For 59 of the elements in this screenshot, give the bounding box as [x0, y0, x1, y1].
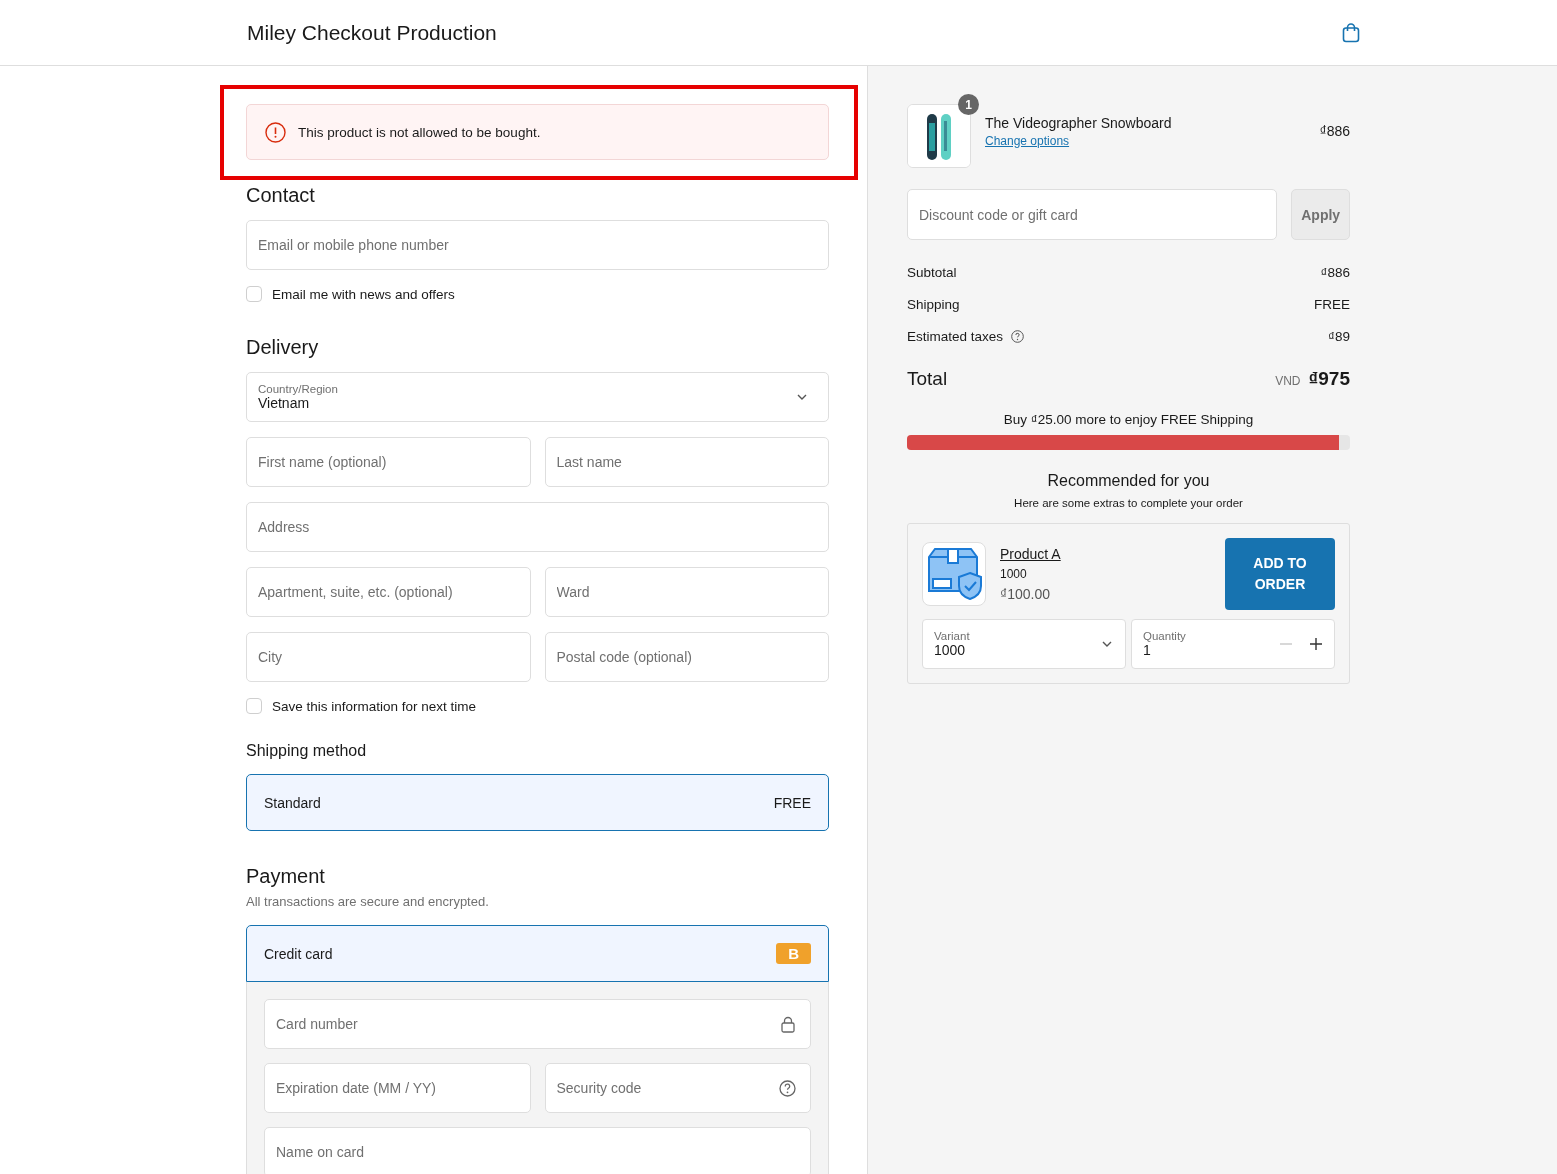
checkbox-label: Email me with news and offers	[272, 286, 455, 302]
currency-code: VND	[1275, 374, 1301, 388]
section-title: Payment	[246, 865, 326, 888]
total-label: Total	[907, 368, 948, 390]
variant-select[interactable]: Variant 1000	[922, 619, 1126, 669]
input-field[interactable]: City	[246, 632, 531, 682]
error-message: This product is not allowed to be bought.	[298, 124, 541, 140]
shopping-bag-icon[interactable]	[1342, 22, 1360, 43]
help-icon[interactable]	[1011, 329, 1025, 343]
product-variant: 1000	[1000, 567, 1028, 581]
product-name[interactable]: Product A	[1000, 546, 1061, 562]
input-field[interactable]: Name on card	[264, 1127, 811, 1174]
quantity-field[interactable]: Quantity 1	[1131, 619, 1335, 669]
summary-label: Subtotal	[907, 264, 957, 280]
chevron-down-icon	[1101, 640, 1113, 648]
country-select[interactable]: Country/Region Vietnam	[246, 372, 829, 422]
input-field[interactable]: Last name	[544, 437, 829, 487]
input-field[interactable]: Address	[246, 502, 829, 552]
summary-value: ₫886	[1320, 264, 1350, 280]
quantity-badge: 1	[958, 94, 979, 115]
lock-icon	[780, 1016, 796, 1033]
discount-field[interactable]: Discount code or gift card	[907, 189, 1278, 240]
payment-option[interactable]: Credit card B	[246, 925, 829, 982]
product-price: ₫100.00	[1000, 586, 1051, 602]
recommended-title: Recommended for you	[1046, 472, 1211, 490]
help-icon[interactable]	[779, 1080, 796, 1097]
summary-value: ₫89	[1328, 328, 1350, 344]
section-title: Delivery	[246, 336, 320, 359]
store-title: Miley Checkout Production	[247, 20, 497, 45]
product-name: The Videographer Snowboard	[985, 114, 1173, 131]
checkbox[interactable]	[246, 286, 262, 302]
section-title: Contact	[246, 184, 316, 207]
change-options-link[interactable]: Change options	[985, 133, 1306, 148]
checkbox-label: Save this information for next time	[272, 698, 477, 714]
input-field[interactable]: First name (optional)	[246, 437, 531, 487]
recommended-subtitle: Here are some extras to complete your order	[1013, 497, 1244, 509]
alert-icon	[265, 121, 286, 143]
input-field[interactable]: Postal code (optional)	[544, 632, 829, 682]
product-price: ₫886	[1319, 123, 1350, 139]
input-field[interactable]: Card number	[264, 999, 811, 1049]
box-shield-icon	[925, 545, 983, 603]
free-shipping-message: Buy ₫25.00 more to enjoy FREE Shipping	[1002, 412, 1255, 427]
checkbox[interactable]	[246, 698, 262, 714]
input-field[interactable]: Expiration date (MM / YY)	[264, 1063, 531, 1113]
section-title: Shipping method	[246, 742, 368, 760]
plus-icon[interactable]	[1310, 638, 1322, 650]
summary-label: Estimated taxes	[907, 328, 1004, 344]
total-value: ₫975	[1308, 368, 1350, 389]
summary-value: FREE	[1314, 296, 1350, 312]
input-field[interactable]: Security code	[544, 1063, 811, 1113]
payment-subtitle: All transactions are secure and encrypted.	[246, 894, 490, 909]
apply-button[interactable]: Apply	[1291, 189, 1350, 240]
chevron-down-icon	[796, 393, 808, 401]
summary-label: Shipping	[907, 296, 960, 312]
add-to-order-button[interactable]: ADD TO ORDER	[1225, 538, 1335, 610]
email-field[interactable]: Email or mobile phone number	[246, 220, 829, 270]
shipping-option[interactable]: Standard FREE	[246, 774, 829, 831]
input-field[interactable]: Apartment, suite, etc. (optional)	[246, 567, 531, 617]
input-field[interactable]: Ward	[544, 567, 829, 617]
